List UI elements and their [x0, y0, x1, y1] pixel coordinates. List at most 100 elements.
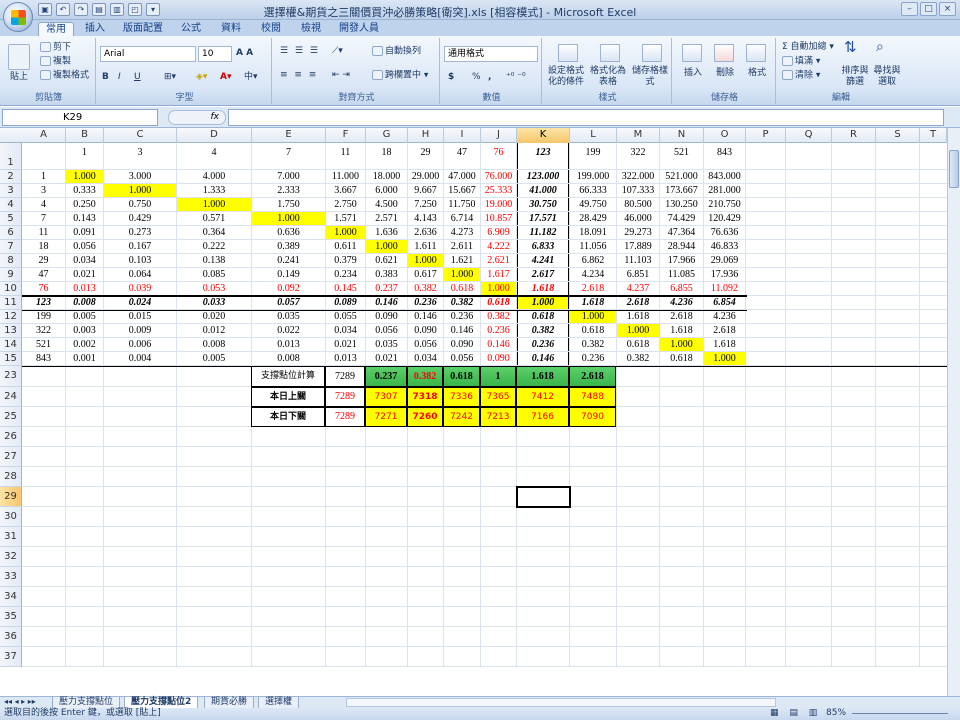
cell-k25[interactable]: 7166	[516, 407, 569, 427]
find-select-button[interactable]: 尋找與選取	[872, 66, 902, 88]
column-header-k[interactable]: K	[517, 128, 570, 143]
cell-d5[interactable]: 0.571	[177, 212, 251, 225]
row-header-10[interactable]: 10	[0, 282, 22, 296]
cell-c14[interactable]: 0.006	[104, 338, 176, 351]
cell-c12[interactable]: 0.015	[104, 310, 176, 323]
cell-d12[interactable]: 0.020	[177, 310, 251, 323]
cell-j2[interactable]: 76.000	[481, 170, 516, 183]
row-header-2[interactable]: 2	[0, 170, 22, 184]
cell-c7[interactable]: 0.167	[104, 240, 176, 253]
cell-i14[interactable]: 0.090	[444, 338, 480, 351]
cell-m15[interactable]: 0.382	[617, 352, 659, 365]
cell-j13[interactable]: 0.236	[481, 324, 516, 337]
cell-c8[interactable]: 0.103	[104, 254, 176, 267]
cell-o15[interactable]: 1.000	[704, 352, 745, 365]
cell-j4[interactable]: 19.000	[481, 198, 516, 211]
wrap-text-button[interactable]: 自動換列	[385, 47, 421, 57]
percent-button[interactable]: %	[472, 72, 481, 83]
cell-e14[interactable]: 0.013	[252, 338, 325, 351]
cell-o14[interactable]: 1.618	[704, 338, 745, 351]
cell-b5[interactable]: 0.143	[66, 212, 103, 225]
cell-i23[interactable]: 0.618	[443, 366, 480, 387]
format-as-table-icon[interactable]	[600, 44, 620, 62]
cell-d2[interactable]: 4.000	[177, 170, 251, 183]
cell-d14[interactable]: 0.008	[177, 338, 251, 351]
cell-e24[interactable]: 本日上關	[251, 387, 325, 407]
cell-m5[interactable]: 46.000	[617, 212, 659, 225]
indent-icons[interactable]: ⇤ ⇥	[332, 70, 350, 81]
cell-m13[interactable]: 1.000	[617, 324, 659, 337]
row-header-1[interactable]: 1	[0, 143, 22, 170]
cell-a9[interactable]: 47	[22, 268, 65, 281]
cell-f12[interactable]: 0.055	[326, 310, 365, 323]
vertical-scrollbar[interactable]	[947, 128, 960, 696]
cell-n8[interactable]: 17.966	[660, 254, 703, 267]
cell-g5[interactable]: 2.571	[366, 212, 407, 225]
cell-l8[interactable]: 6.862	[570, 254, 616, 267]
cell-j14[interactable]: 0.146	[481, 338, 516, 351]
column-header-c[interactable]: C	[104, 128, 177, 143]
horizontal-scrollbar[interactable]	[346, 698, 776, 707]
cell-d4[interactable]: 1.000	[177, 198, 251, 211]
view-mode-icons[interactable]: ▦ ▤ ▥	[770, 708, 821, 719]
cell-b6[interactable]: 0.091	[66, 226, 103, 239]
cell-g9[interactable]: 0.383	[366, 268, 407, 281]
cell-n1[interactable]: 521	[660, 143, 703, 169]
cell-h14[interactable]: 0.056	[408, 338, 443, 351]
cell-h9[interactable]: 0.617	[408, 268, 443, 281]
column-header-e[interactable]: E	[252, 128, 326, 143]
column-header-m[interactable]: M	[617, 128, 660, 143]
cell-h4[interactable]: 7.250	[408, 198, 443, 211]
cell-g23[interactable]: 0.237	[365, 366, 407, 387]
decimal-icons[interactable]: ⁺⁰ ⁻⁰	[506, 72, 526, 83]
font-color-icon[interactable]: A▾	[220, 72, 231, 83]
cell-o12[interactable]: 4.236	[704, 310, 745, 323]
paste-icon[interactable]	[8, 44, 30, 70]
cell-l12[interactable]: 1.000	[570, 310, 616, 323]
cell-b3[interactable]: 0.333	[66, 184, 103, 197]
cell-k5[interactable]: 17.571	[517, 212, 569, 225]
name-box[interactable]: K29	[2, 109, 158, 126]
cell-m14[interactable]: 0.618	[617, 338, 659, 351]
cell-h24[interactable]: 7318	[407, 387, 443, 407]
cell-e3[interactable]: 2.333	[252, 184, 325, 197]
cell-n9[interactable]: 11.085	[660, 268, 703, 281]
cell-k6[interactable]: 11.182	[517, 226, 569, 239]
bold-button[interactable]: B	[102, 72, 109, 83]
cell-k1[interactable]: 123	[517, 143, 569, 169]
conditional-format-button[interactable]: 設定格式化的條件	[546, 66, 586, 88]
cell-l23[interactable]: 2.618	[569, 366, 616, 387]
cell-o7[interactable]: 46.833	[704, 240, 745, 253]
tab-developer[interactable]: 開發人員	[334, 22, 384, 37]
format-painter-button[interactable]: 複製格式	[53, 71, 89, 81]
cell-l6[interactable]: 18.091	[570, 226, 616, 239]
cell-i4[interactable]: 11.750	[444, 198, 480, 211]
cell-f2[interactable]: 11.000	[326, 170, 365, 183]
cell-o4[interactable]: 210.750	[704, 198, 745, 211]
cell-h5[interactable]: 4.143	[408, 212, 443, 225]
row-header-24[interactable]: 24	[0, 387, 22, 407]
cell-j9[interactable]: 1.617	[481, 268, 516, 281]
cell-j7[interactable]: 4.222	[481, 240, 516, 253]
cell-k9[interactable]: 2.617	[517, 268, 569, 281]
column-header-i[interactable]: I	[444, 128, 481, 143]
cell-h8[interactable]: 1.000	[408, 254, 443, 267]
cell-c6[interactable]: 0.273	[104, 226, 176, 239]
copy-button[interactable]: 複製	[53, 57, 71, 67]
cell-m9[interactable]: 6.851	[617, 268, 659, 281]
cell-j23[interactable]: 1	[480, 366, 516, 387]
cell-i2[interactable]: 47.000	[444, 170, 480, 183]
currency-button[interactable]: $	[448, 72, 454, 83]
formula-input[interactable]	[228, 109, 944, 126]
cell-k15[interactable]: 0.146	[517, 352, 569, 365]
cell-l3[interactable]: 66.333	[570, 184, 616, 197]
cell-l14[interactable]: 0.382	[570, 338, 616, 351]
cell-l7[interactable]: 11.056	[570, 240, 616, 253]
tab-home[interactable]: 常用	[38, 22, 74, 37]
cell-f7[interactable]: 0.611	[326, 240, 365, 253]
insert-cells-icon[interactable]	[682, 44, 702, 62]
format-cells-button[interactable]: 格式	[748, 68, 766, 79]
cell-n14[interactable]: 1.000	[660, 338, 703, 351]
cell-i13[interactable]: 0.146	[444, 324, 480, 337]
cell-j15[interactable]: 0.090	[481, 352, 516, 365]
